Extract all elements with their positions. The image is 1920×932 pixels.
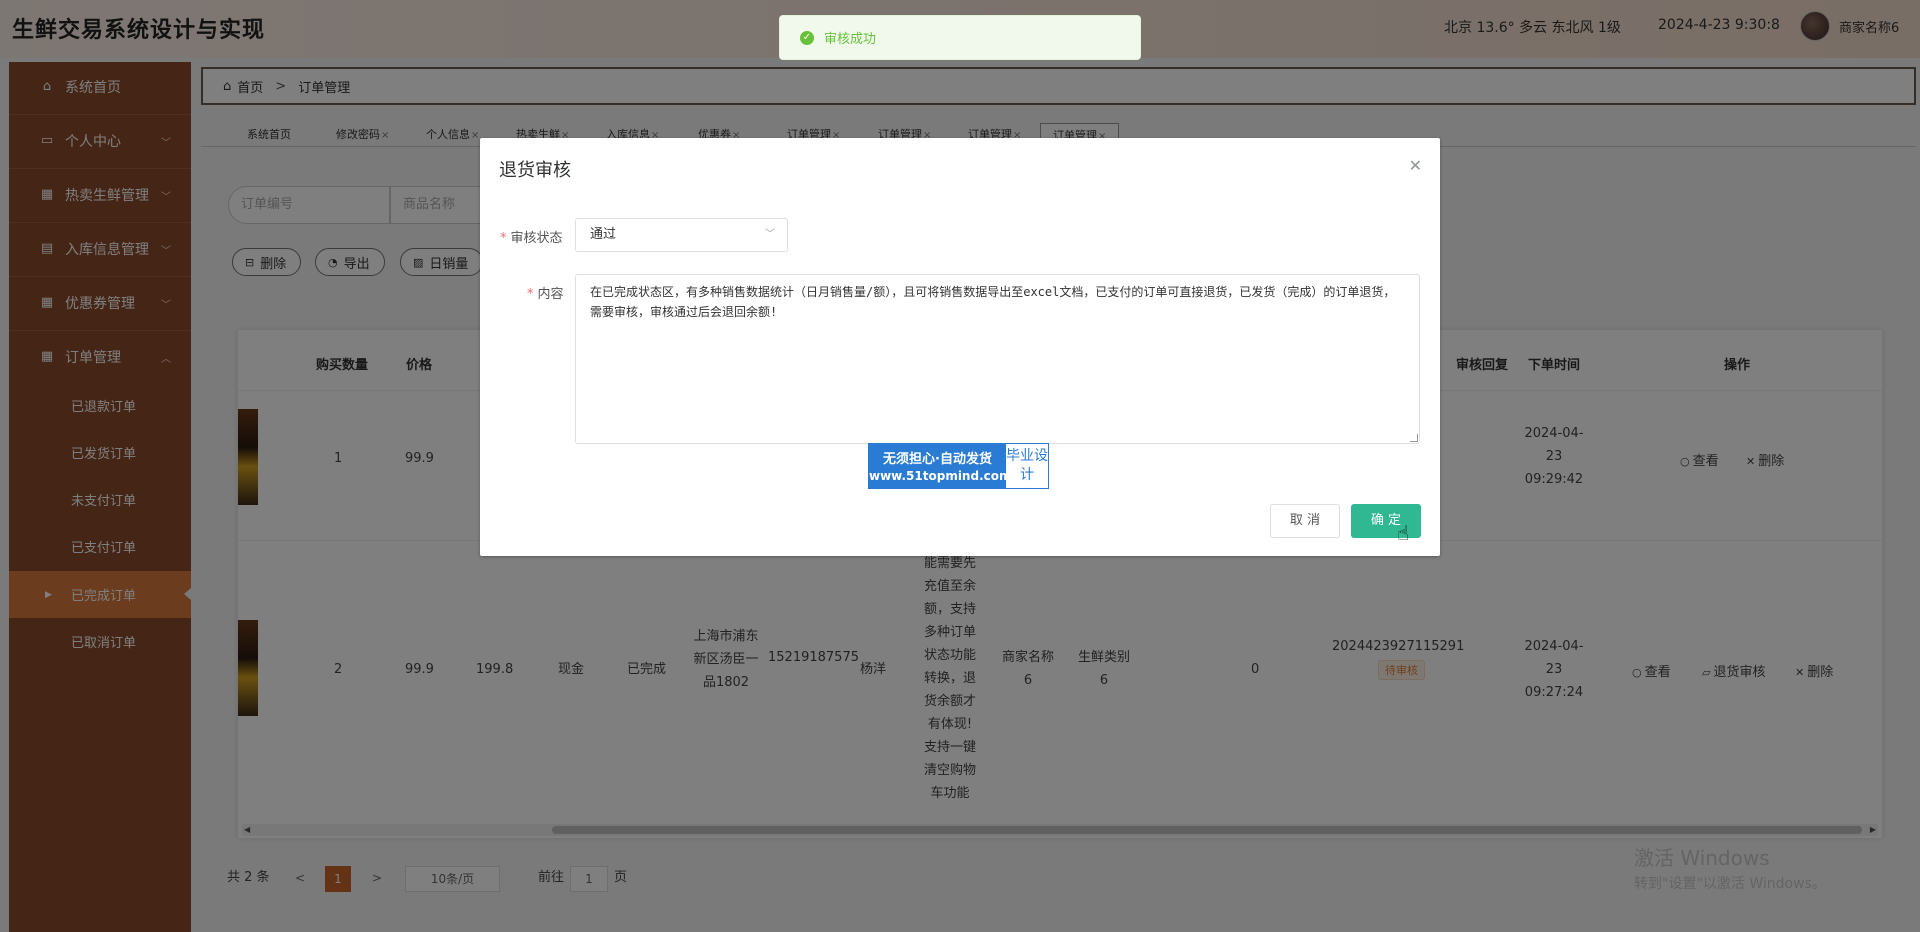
check-circle-icon: ✓ bbox=[800, 30, 814, 45]
close-icon[interactable]: ✕ bbox=[1409, 156, 1422, 175]
toast-message: 审核成功 bbox=[824, 32, 877, 47]
hand-cursor-icon: ☝ bbox=[1397, 521, 1410, 545]
success-toast: ✓ 审核成功 bbox=[779, 15, 1141, 60]
content-label: * 内容 bbox=[527, 287, 564, 302]
dialog-title: 退货审核 bbox=[499, 160, 571, 181]
resize-handle[interactable] bbox=[1410, 434, 1418, 442]
return-review-dialog: 退货审核 ✕ * 审核状态 通过 ﹀ * 内容 在已完成状态区，有多种销售数据统计（… bbox=[480, 138, 1440, 556]
status-label: * 审核状态 bbox=[500, 231, 563, 246]
promo-watermark: 无须担心·自动发货 www.51topmind.com 毕业设计 bbox=[868, 443, 1049, 489]
content-textarea[interactable]: 在已完成状态区，有多种销售数据统计（日月销售量/额），且可将销售数据导出至exc… bbox=[575, 274, 1420, 444]
review-status-select[interactable]: 通过 ﹀ bbox=[575, 218, 788, 252]
confirm-button[interactable]: 确 定 bbox=[1351, 504, 1421, 538]
chevron-down-icon: ﹀ bbox=[765, 229, 775, 240]
cancel-button[interactable]: 取 消 bbox=[1270, 504, 1340, 538]
